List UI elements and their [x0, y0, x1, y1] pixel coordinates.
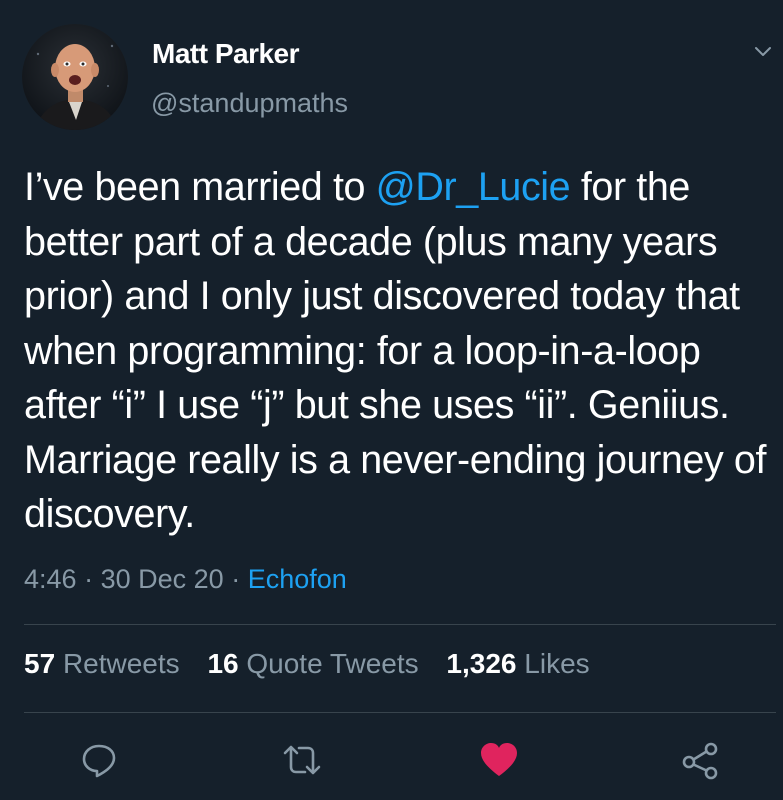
tweet-text-part: I’ve been married to [24, 165, 376, 209]
quote-tweets-stat[interactable]: 16 Quote Tweets [207, 648, 418, 679]
retweets-stat[interactable]: 57 Retweets [24, 648, 180, 679]
likes-label: Likes [524, 648, 590, 679]
retweets-label: Retweets [62, 648, 180, 679]
avatar[interactable] [22, 24, 128, 130]
tweet-time[interactable]: 4:46 [24, 564, 77, 594]
avatar-image [22, 24, 128, 130]
meta-separator: · [231, 564, 241, 594]
heart-icon[interactable] [478, 740, 520, 780]
likes-count: 1,326 [446, 648, 517, 679]
quote-tweets-count: 16 [207, 648, 239, 679]
quote-tweets-label: Quote Tweets [246, 648, 419, 679]
author-name[interactable]: Matt Parker [152, 38, 300, 70]
tweet-stats: 57 Retweets 16 Quote Tweets 1,326 Likes [24, 648, 610, 680]
divider [24, 624, 776, 625]
author-handle[interactable]: @standupmaths [151, 88, 348, 119]
retweets-count: 57 [24, 648, 56, 679]
likes-stat[interactable]: 1,326 Likes [446, 648, 589, 679]
tweet-meta: 4:46 · 30 Dec 20 · Echofon [24, 564, 347, 595]
tweet-card: Matt Parker @standupmaths I’ve been marr… [0, 0, 783, 800]
tweet-date[interactable]: 30 Dec 20 [101, 564, 224, 594]
divider [24, 712, 776, 713]
chevron-down-icon[interactable] [752, 40, 774, 62]
mention-link[interactable]: @Dr_Lucie [376, 165, 571, 209]
retweet-icon[interactable] [281, 740, 323, 780]
tweet-source-link[interactable]: Echofon [248, 564, 347, 594]
meta-separator: · [84, 564, 94, 594]
share-icon[interactable] [680, 740, 722, 780]
reply-icon[interactable] [78, 740, 120, 780]
tweet-text: I’ve been married to @Dr_Lucie for the b… [24, 160, 776, 542]
tweet-text-part: for the better part of a decade (plus ma… [24, 165, 767, 536]
